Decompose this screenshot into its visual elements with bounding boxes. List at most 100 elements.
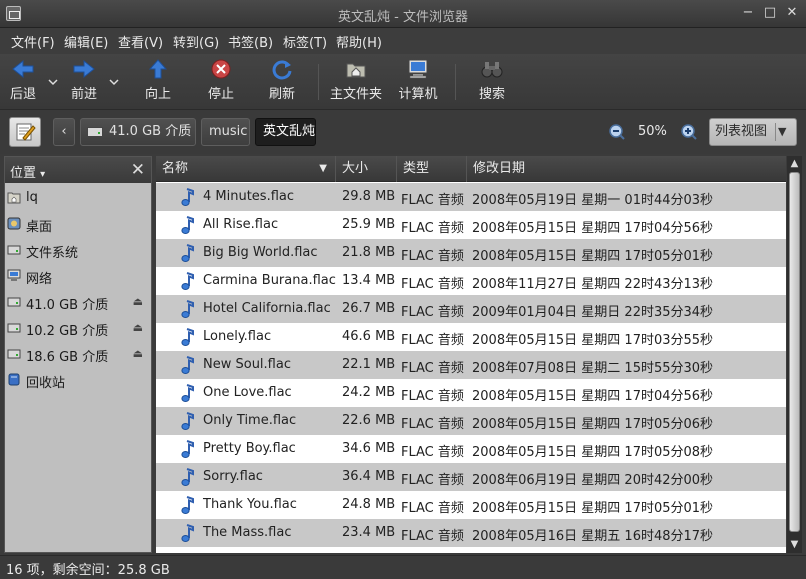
menu-go[interactable]: 转到(G) [173, 32, 219, 51]
file-name: Big Big World.flac [203, 245, 318, 260]
menu-tabs[interactable]: 标签(T) [283, 32, 327, 51]
breadcrumb-music[interactable]: music [201, 118, 250, 146]
menu-view[interactable]: 查看(V) [118, 32, 163, 51]
file-name: Pretty Boy.flac [203, 441, 296, 456]
file-date: 2008年05月15日 星期四 17时03分55秒 [472, 333, 714, 348]
sidebar-item-network[interactable]: 网络 [5, 263, 151, 289]
table-row[interactable]: Thank You.flac 24.8 MB FLAC 音频 2008年05月15日 … [156, 491, 786, 519]
column-name[interactable]: 名称 ▼ [156, 156, 336, 182]
sidebar-item-filesystem[interactable]: 文件系统 [5, 237, 151, 263]
file-type: FLAC 音频 [401, 473, 464, 488]
menu-edit[interactable]: 编辑(E) [64, 32, 108, 51]
chevron-down-icon: ▾ [40, 169, 46, 180]
eject-icon[interactable]: ⏏ [133, 295, 143, 308]
reload-button[interactable]: 刷新 [264, 58, 300, 106]
zoom-level[interactable]: 50% [638, 124, 667, 139]
column-type[interactable]: 类型 [397, 156, 467, 182]
audio-file-icon [181, 216, 194, 234]
audio-file-icon [181, 412, 194, 430]
home-button[interactable]: 主文件夹 [328, 58, 384, 106]
column-date[interactable]: 修改日期 [467, 156, 786, 182]
file-size: 23.4 MB [342, 525, 396, 540]
select-divider [775, 123, 776, 141]
binoculars-search-icon [481, 62, 503, 78]
sidebar-item-home[interactable]: lq [5, 185, 151, 211]
scroll-down-icon[interactable]: ▼ [787, 538, 802, 552]
file-date: 2008年11月27日 星期四 22时43分13秒 [472, 277, 714, 292]
drive-icon [7, 297, 21, 307]
scroll-up-icon[interactable]: ▲ [787, 157, 802, 171]
file-name: Hotel California.flac [203, 301, 331, 316]
sidebar-item-drive-10gb[interactable]: 10.2 GB 介质 ⏏ [5, 315, 151, 341]
stop-button[interactable]: 停止 [203, 58, 239, 106]
eject-icon[interactable]: ⏏ [133, 321, 143, 334]
toolbar-separator [455, 64, 456, 100]
up-button[interactable]: 向上 [140, 58, 176, 106]
table-row[interactable]: All Rise.flac 25.9 MB FLAC 音频 2008年05月15日 星… [156, 211, 786, 239]
table-row[interactable]: Hotel California.flac 26.7 MB FLAC 音频 2009年… [156, 295, 786, 323]
menu-file[interactable]: 文件(F) [11, 32, 55, 51]
menu-bookmarks[interactable]: 书签(B) [228, 32, 273, 51]
table-row[interactable]: One Love.flac 24.2 MB FLAC 音频 2008年05月15日 星… [156, 379, 786, 407]
table-row[interactable]: Only Time.flac 22.6 MB FLAC 音频 2008年05月15日 … [156, 407, 786, 435]
sidebar-item-drive-41gb[interactable]: 41.0 GB 介质 ⏏ [5, 289, 151, 315]
scroll-thumb[interactable] [789, 172, 800, 532]
table-row[interactable]: Big Big World.flac 21.8 MB FLAC 音频 2008年05月… [156, 239, 786, 267]
chevron-down-icon [109, 79, 119, 86]
sidebar-type-select[interactable]: 位置 ▾ [10, 162, 45, 181]
table-row[interactable]: Sorry.flac 36.4 MB FLAC 音频 2008年06月19日 星期四 … [156, 463, 786, 491]
file-date: 2009年01月04日 星期日 22时35分34秒 [472, 305, 714, 320]
file-type: FLAC 音频 [401, 221, 464, 236]
table-row[interactable]: Carmina Burana.flac 13.4 MB FLAC 音频 2008年11… [156, 267, 786, 295]
drive-icon [87, 127, 103, 137]
zoom-in-icon[interactable] [680, 123, 698, 141]
toggle-location-entry-button[interactable] [9, 117, 41, 147]
breadcrumb-current[interactable]: 英文乱炖 [255, 118, 316, 146]
computer-button[interactable]: 计算机 [396, 58, 440, 106]
table-row[interactable]: The Mass.flac 23.4 MB FLAC 音频 2008年05月16日 星… [156, 519, 786, 547]
zoom-out-icon[interactable] [608, 123, 626, 141]
file-type: FLAC 音频 [401, 529, 464, 544]
forward-button[interactable]: 前进 [66, 58, 102, 106]
sidebar-item-drive-18gb[interactable]: 18.6 GB 介质 ⏏ [5, 341, 151, 367]
file-type: FLAC 音频 [401, 249, 464, 264]
view-mode-select[interactable]: 列表视图 ▼ [709, 118, 797, 146]
maximize-button[interactable]: □ [762, 5, 778, 21]
file-date: 2008年05月15日 星期四 17时05分08秒 [472, 445, 714, 460]
table-row[interactable]: New Soul.flac 22.1 MB FLAC 音频 2008年07月08日 星… [156, 351, 786, 379]
menu-bar: 文件(F) 编辑(E) 查看(V) 转到(G) 书签(B) 标签(T) 帮助(H… [0, 28, 806, 54]
column-size[interactable]: 大小 [336, 156, 397, 182]
search-button[interactable]: 搜索 [475, 58, 509, 106]
breadcrumb-drive[interactable]: 41.0 GB 介质 [80, 118, 196, 146]
audio-file-icon [181, 468, 194, 486]
location-bar: ‹ 41.0 GB 介质 music 英文乱炖 50% 列表视图 ▼ [0, 110, 806, 154]
vertical-scrollbar[interactable]: ▲ ▼ [787, 156, 802, 553]
file-type: FLAC 音频 [401, 501, 464, 516]
file-size: 24.8 MB [342, 497, 396, 512]
back-history-dropdown[interactable] [46, 58, 60, 106]
breadcrumb-scroll-left[interactable]: ‹ [53, 118, 75, 146]
table-row[interactable]: 4 Minutes.flac 29.8 MB FLAC 音频 2008年05月19日 … [156, 183, 786, 211]
trash-icon [8, 373, 20, 386]
eject-icon[interactable]: ⏏ [133, 347, 143, 360]
chevron-down-icon: ▼ [778, 125, 787, 138]
sidebar-item-trash[interactable]: 回收站 [5, 367, 151, 393]
close-sidebar-icon[interactable]: ✕ [131, 160, 145, 180]
file-name: Only Time.flac [203, 413, 297, 428]
file-list: 名称 ▼ 大小 类型 修改日期 4 Minutes.flac 29.8 MB FLA… [156, 156, 786, 553]
file-name: The Mass.flac [203, 525, 292, 540]
table-row[interactable]: Pretty Boy.flac 34.6 MB FLAC 音频 2008年05月15日… [156, 435, 786, 463]
desktop-icon [7, 217, 21, 230]
file-date: 2008年07月08日 星期二 15时55分30秒 [472, 361, 714, 376]
minimize-button[interactable]: − [740, 5, 756, 21]
sidebar-item-desktop[interactable]: 桌面 [5, 211, 151, 237]
file-name: Lonely.flac [203, 329, 272, 344]
table-row[interactable]: Lonely.flac 46.6 MB FLAC 音频 2008年05月15日 星期四… [156, 323, 786, 351]
file-name: Thank You.flac [203, 497, 297, 512]
menu-help[interactable]: 帮助(H) [336, 32, 382, 51]
file-size: 26.7 MB [342, 301, 396, 316]
back-button[interactable]: 后退 [5, 58, 41, 106]
file-type: FLAC 音频 [401, 305, 464, 320]
close-window-button[interactable]: ✕ [784, 5, 800, 21]
forward-history-dropdown[interactable] [107, 58, 121, 106]
